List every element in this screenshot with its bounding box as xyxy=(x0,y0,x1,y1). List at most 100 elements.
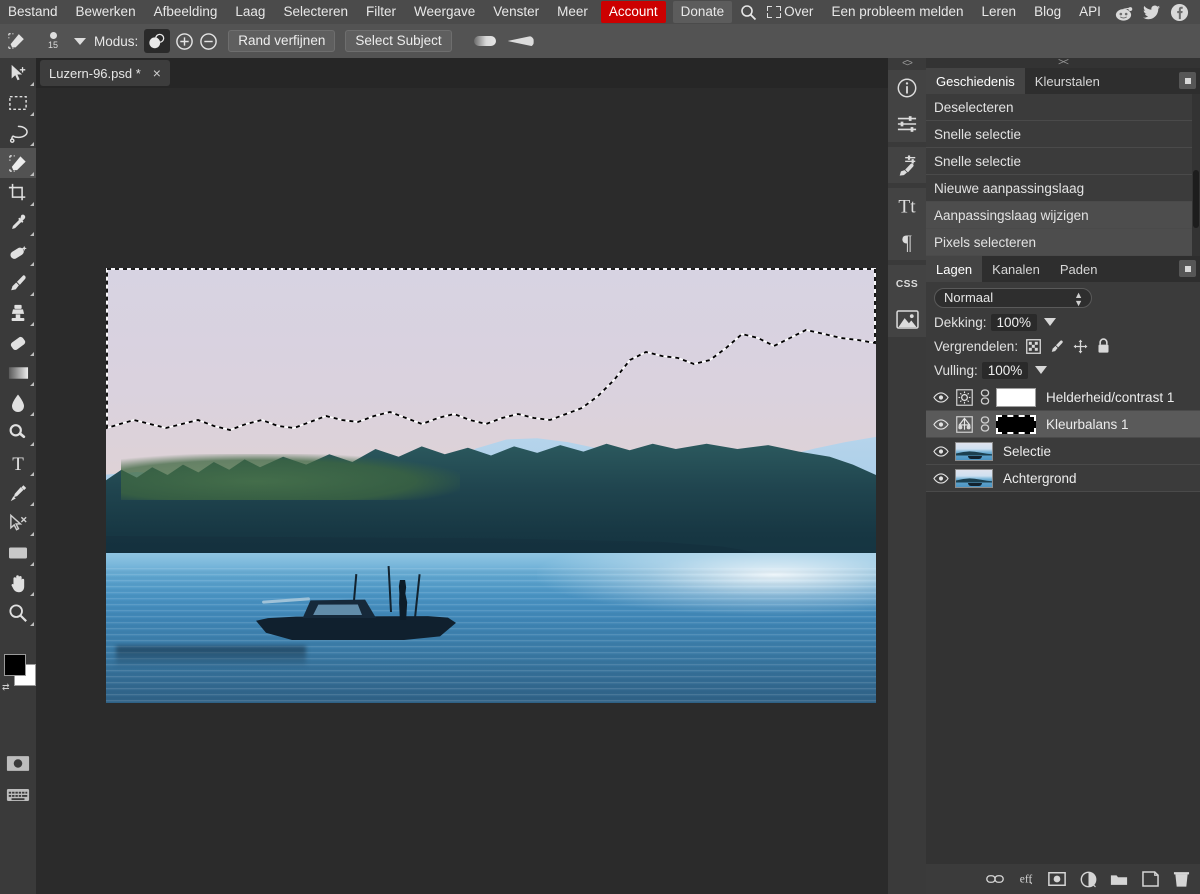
new-adjustment-icon[interactable] xyxy=(1079,870,1097,888)
layer-mask-thumbnail[interactable] xyxy=(996,414,1036,434)
panel-menu-icon[interactable] xyxy=(1179,72,1196,89)
brightness-contrast-icon[interactable] xyxy=(955,388,973,406)
tab-kanalen[interactable]: Kanalen xyxy=(982,256,1050,282)
tab-geschiedenis[interactable]: Geschiedenis xyxy=(926,68,1025,94)
healing-brush-tool[interactable] xyxy=(0,238,36,268)
menu-meer[interactable]: Meer xyxy=(548,0,597,24)
lock-position-icon[interactable] xyxy=(1073,339,1088,354)
refine-edge-button[interactable]: Rand verfijnen xyxy=(228,30,336,52)
brush-settings-icon[interactable] xyxy=(888,147,926,183)
brush-size-indicator[interactable]: 15 xyxy=(34,24,72,58)
swap-colors-icon[interactable]: ⇄ xyxy=(2,682,10,693)
history-scrollbar-thumb[interactable] xyxy=(1193,170,1199,228)
report-problem-button[interactable]: Een probleem melden xyxy=(822,0,972,24)
lock-pixels-icon[interactable] xyxy=(1050,339,1064,354)
table-row[interactable]: Selectie xyxy=(926,438,1200,465)
history-item[interactable]: Snelle selectie xyxy=(926,148,1200,175)
menu-venster[interactable]: Venster xyxy=(484,0,548,24)
new-layer-icon[interactable] xyxy=(1141,870,1159,888)
chevron-down-icon[interactable] xyxy=(1044,318,1057,326)
blend-mode-select[interactable]: Normaal ▲ ▼ xyxy=(934,288,1092,308)
reddit-icon[interactable] xyxy=(1113,1,1135,23)
api-button[interactable]: API xyxy=(1070,0,1110,24)
blog-button[interactable]: Blog xyxy=(1025,0,1070,24)
document-tab[interactable]: Luzern-96.psd * × xyxy=(40,60,170,86)
delete-layer-icon[interactable] xyxy=(1172,870,1190,888)
rail-collapse-handle[interactable]: <> xyxy=(888,58,926,70)
move-tool[interactable] xyxy=(0,58,36,88)
layer-thumbnail[interactable] xyxy=(955,468,993,488)
link-icon[interactable] xyxy=(979,388,990,406)
shape-tool[interactable] xyxy=(0,538,36,568)
gradient-tool[interactable] xyxy=(0,358,36,388)
table-row[interactable]: Kleurbalans 1 xyxy=(926,411,1200,438)
select-subject-button[interactable]: Select Subject xyxy=(345,30,452,52)
lock-transparency-icon[interactable] xyxy=(1026,338,1041,354)
foreground-color-swatch[interactable] xyxy=(4,654,26,676)
layer-visibility-icon[interactable] xyxy=(932,391,949,403)
menu-bestand[interactable]: Bestand xyxy=(0,0,67,24)
donate-button[interactable]: Donate xyxy=(672,1,733,23)
quick-selection-tool[interactable] xyxy=(0,148,36,178)
lock-all-icon[interactable] xyxy=(1097,338,1110,354)
dodge-tool[interactable] xyxy=(0,418,36,448)
tab-paden[interactable]: Paden xyxy=(1050,256,1108,282)
tab-lagen[interactable]: Lagen xyxy=(926,256,983,282)
adjustments-icon[interactable] xyxy=(888,106,926,142)
history-scrollbar[interactable] xyxy=(1192,94,1200,256)
eraser-tool[interactable] xyxy=(0,328,36,358)
canvas-workspace[interactable] xyxy=(36,88,888,894)
color-balance-icon[interactable] xyxy=(955,415,973,433)
crop-tool[interactable] xyxy=(0,178,36,208)
brush-tool[interactable] xyxy=(0,268,36,298)
quick-selection-icon[interactable] xyxy=(0,24,34,58)
image-icon[interactable] xyxy=(888,301,926,337)
link-icon[interactable] xyxy=(979,415,990,433)
layer-visibility-icon[interactable] xyxy=(932,418,949,430)
add-mask-icon[interactable] xyxy=(1048,870,1066,888)
learn-button[interactable]: Leren xyxy=(973,0,1026,24)
document-canvas[interactable] xyxy=(106,268,876,703)
selection-new-icon[interactable] xyxy=(144,29,171,53)
panel-menu-icon[interactable] xyxy=(1179,260,1196,277)
history-item[interactable]: Aanpassingslaag wijzigen xyxy=(926,202,1200,229)
account-button[interactable]: Account xyxy=(600,1,666,23)
zoom-tool[interactable] xyxy=(0,598,36,628)
opacity-value[interactable]: 100% xyxy=(990,313,1038,331)
paragraph-icon[interactable]: ¶ xyxy=(888,224,926,260)
selection-add-icon[interactable] xyxy=(175,32,194,51)
clone-stamp-tool[interactable] xyxy=(0,298,36,328)
hand-tool[interactable] xyxy=(0,568,36,598)
history-item[interactable]: Snelle selectie xyxy=(926,121,1200,148)
layer-visibility-icon[interactable] xyxy=(932,445,949,457)
chevron-down-icon[interactable] xyxy=(74,37,86,45)
link-layers-icon[interactable] xyxy=(986,870,1004,888)
type-tool[interactable]: T xyxy=(0,448,36,478)
twitter-icon[interactable] xyxy=(1141,1,1163,23)
lasso-tool[interactable] xyxy=(0,118,36,148)
character-icon[interactable]: Tt xyxy=(888,188,926,224)
layer-visibility-icon[interactable] xyxy=(932,472,949,484)
chevron-down-icon[interactable] xyxy=(1035,366,1048,374)
layer-mask-thumbnail[interactable] xyxy=(996,387,1036,407)
taper-swatch[interactable] xyxy=(507,35,534,47)
menu-weergave[interactable]: Weergave xyxy=(405,0,484,24)
history-list[interactable]: Deselecteren Snelle selectie Snelle sele… xyxy=(926,94,1200,256)
menu-afbeelding[interactable]: Afbeelding xyxy=(145,0,227,24)
menu-filter[interactable]: Filter xyxy=(357,0,405,24)
selection-subtract-icon[interactable] xyxy=(199,32,218,51)
fill-value[interactable]: 100% xyxy=(981,361,1029,379)
pen-tool[interactable] xyxy=(0,478,36,508)
css-icon[interactable]: CSS xyxy=(888,265,926,301)
facebook-icon[interactable] xyxy=(1169,1,1191,23)
eyedropper-tool[interactable] xyxy=(0,208,36,238)
screen-mode-icon[interactable] xyxy=(0,748,36,778)
about-button[interactable]: Over xyxy=(761,0,822,24)
search-icon[interactable] xyxy=(735,0,761,24)
new-group-icon[interactable] xyxy=(1110,870,1128,888)
layer-thumbnail[interactable] xyxy=(955,441,993,461)
path-selection-tool[interactable] xyxy=(0,508,36,538)
color-swatches[interactable]: ⇄ xyxy=(2,654,36,694)
blur-tool[interactable] xyxy=(0,388,36,418)
info-icon[interactable] xyxy=(888,70,926,106)
